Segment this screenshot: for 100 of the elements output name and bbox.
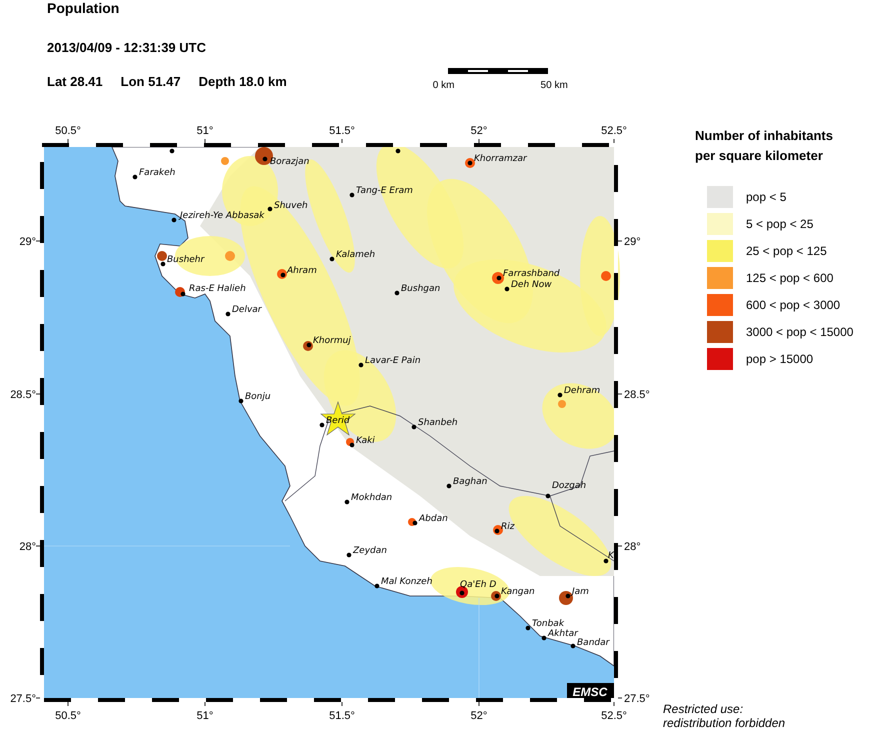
- city-dot: [170, 148, 174, 154]
- city-label: Shuveh: [274, 201, 308, 211]
- city-label: Kalameh: [336, 250, 376, 260]
- city-label: Ras-E Halieh: [189, 284, 246, 294]
- latitude-tick-label: 28°: [19, 541, 36, 553]
- city-label: Khormuj: [313, 336, 351, 346]
- city-dot: [350, 192, 354, 198]
- latitude-tick-label: 28°: [624, 541, 641, 553]
- city-label: Delvar: [232, 305, 262, 315]
- longitude-tick-label: 52.5°: [601, 126, 627, 137]
- emsc-logo: EMSC: [567, 683, 614, 699]
- city-dot: [320, 422, 324, 428]
- city-label: Mal Konzeh: [381, 577, 432, 587]
- legend-title: Number of inhabitants per square kilometer: [695, 127, 834, 165]
- city-dot: [172, 218, 176, 222]
- city-dot: [496, 276, 502, 280]
- city-dot: [238, 398, 244, 404]
- latitude-tick-label: 28.5°: [10, 389, 36, 401]
- city-label: Tang-E Eram: [356, 186, 413, 196]
- city-label: Bandar: [577, 638, 610, 648]
- longitude-tick-label: 51°: [196, 126, 214, 137]
- dense-population-spot: [601, 271, 611, 281]
- city-dot: [280, 272, 286, 278]
- city-dot: [358, 362, 364, 368]
- city-dot: [330, 256, 334, 262]
- legend-label: pop < 5: [746, 190, 786, 204]
- scale-label: 0 km: [432, 80, 454, 91]
- dense-population-spot: [558, 400, 566, 408]
- dense-population-spot: [225, 251, 235, 261]
- city-dot: [494, 594, 500, 598]
- city-dot: [180, 292, 186, 296]
- city-label: K: [608, 551, 614, 561]
- city-dot: [268, 206, 272, 212]
- city-label: Ahram: [287, 266, 317, 276]
- city-dot: [494, 528, 500, 534]
- latitude-tick-label: 27.5°: [624, 693, 650, 705]
- city-dot: [604, 558, 608, 564]
- usage-notice: Restricted use: redistribution forbidden: [663, 702, 786, 730]
- longitude-tick-label: 51.5°: [329, 710, 355, 721]
- city-dot: [504, 286, 510, 292]
- city-label: Bushgan: [401, 284, 440, 294]
- city-label: Tonbak: [532, 619, 564, 629]
- city-label: Farakeh: [139, 168, 176, 178]
- latitude-tick-label: 27.5°: [10, 693, 36, 705]
- latitude-tick-label: 28.5°: [624, 389, 650, 401]
- longitude-text: Lon 51.47: [120, 74, 181, 90]
- city-label: Abdan: [419, 514, 448, 524]
- dense-population-spot: [157, 251, 167, 261]
- city-dot: [412, 520, 418, 526]
- dense-population-spot: [221, 157, 229, 165]
- city-label: Dehram: [564, 386, 600, 396]
- city-dot: [396, 148, 400, 154]
- longitude-tick-label: 52°: [470, 126, 488, 137]
- city-label: Kangan: [501, 587, 535, 597]
- city-label: Akhtar: [548, 629, 578, 639]
- depth-text: Depth 18.0 km: [198, 74, 287, 90]
- city-label: Borazjan: [270, 157, 310, 167]
- city-dot: [350, 442, 354, 448]
- latitude-tick-label: 29°: [19, 236, 36, 248]
- city-label: Jezireh-Ye Abbasak: [180, 211, 264, 221]
- longitude-tick-label: 51.5°: [329, 126, 355, 137]
- city-label: Bonju: [245, 392, 271, 402]
- latitude-text: Lat 28.41: [47, 74, 103, 90]
- scale-label: 50 km: [540, 80, 568, 91]
- city-dot: [558, 392, 562, 398]
- city-dot: [570, 644, 576, 648]
- latitude-tick-label: 29°: [624, 236, 641, 248]
- longitude-tick-label: 51°: [196, 710, 214, 721]
- city-dot: [306, 342, 312, 348]
- city-label: Qa'Eh D: [460, 580, 496, 590]
- map-title: Population: [47, 0, 120, 16]
- city-dot: [468, 160, 472, 166]
- city-label: Lavar-E Pain: [365, 356, 421, 366]
- city-dot: [542, 636, 546, 640]
- longitude-tick-label: 50.5°: [55, 710, 81, 721]
- longitude-tick-label: 52.5°: [601, 710, 627, 721]
- city-label: Bushehr: [167, 255, 204, 265]
- longitude-tick-label: 50.5°: [55, 126, 81, 137]
- city-label: Jam: [572, 587, 589, 597]
- city-label: Shanbeh: [418, 418, 458, 428]
- city-dot: [160, 262, 166, 266]
- city-label: Kaki: [356, 436, 375, 446]
- city-label: Baghan: [453, 477, 488, 487]
- city-dot: [446, 484, 452, 488]
- city-dot: [546, 494, 550, 498]
- longitude-tick-label: 52°: [470, 710, 488, 721]
- city-dot: [374, 584, 380, 588]
- city-dot: [394, 290, 400, 296]
- city-dot: [262, 156, 268, 162]
- legend-label: 3000 < pop < 15000: [746, 325, 854, 339]
- city-dot: [526, 626, 530, 630]
- city-dot: [226, 312, 230, 316]
- city-label: Deh Now: [511, 280, 552, 290]
- legend-label: 5 < pop < 25: [746, 217, 814, 231]
- city-label: Zeydan: [353, 546, 387, 556]
- city-label: Khorramzar: [474, 154, 527, 164]
- city-label: Farrashband: [503, 269, 560, 279]
- legend-label: 25 < pop < 125: [746, 244, 827, 258]
- city-dot: [460, 590, 464, 596]
- event-datetime: 2013/04/09 - 12:31:39 UTC: [47, 40, 207, 56]
